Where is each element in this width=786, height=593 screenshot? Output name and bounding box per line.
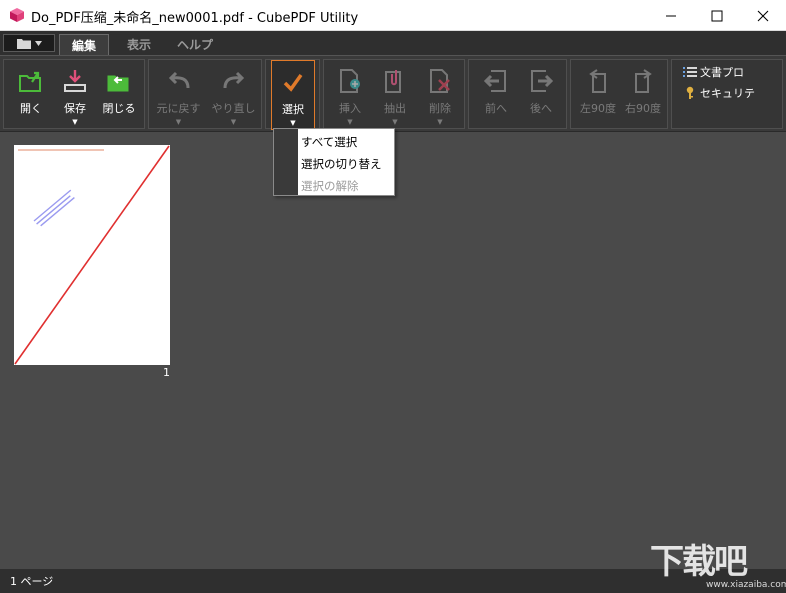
undo-button[interactable]: 元に戻す ▼ [151, 60, 206, 130]
document-properties-button[interactable]: 文書プロ [683, 64, 744, 80]
close-file-label: 閉じる [102, 102, 136, 115]
save-icon [64, 70, 86, 92]
extract-dropdown-arrow[interactable]: ▼ [392, 118, 397, 126]
rotate-left-icon [589, 69, 606, 93]
maximize-icon [711, 10, 723, 21]
key-icon [686, 86, 694, 99]
menu-item-invert-selection[interactable]: 選択の切り替え [301, 156, 382, 172]
move-previous-label: 前へ [485, 102, 507, 115]
delete-page-icon [430, 69, 450, 93]
undo-icon [168, 71, 189, 89]
select-dropdown-menu: すべて選択 選択の切り替え 選択の解除 [273, 128, 395, 196]
tab-view[interactable]: 表示 [114, 34, 164, 55]
tab-help[interactable]: ヘルプ [170, 34, 220, 55]
move-next-label: 後へ [530, 102, 552, 115]
minimize-button[interactable] [648, 0, 694, 31]
delete-button[interactable]: 削除 ▼ [418, 60, 462, 130]
undo-dropdown-arrow[interactable]: ▼ [176, 118, 181, 126]
insert-dropdown-arrow[interactable]: ▼ [347, 118, 352, 126]
delete-label: 削除 [429, 102, 451, 115]
rotate-right-label: 右90度 [625, 102, 661, 115]
redo-dropdown-arrow[interactable]: ▼ [231, 118, 236, 126]
extract-label: 抽出 [384, 102, 406, 115]
delete-dropdown-arrow[interactable]: ▼ [437, 118, 442, 126]
close-window-button[interactable] [740, 0, 786, 31]
page-thumbnail-content [14, 145, 170, 365]
list-icon [683, 67, 697, 77]
ribbon: 開く 保存 ▼ 閉じる 元に戻す ▼ やり直し ▼ 選択 ▼ 挿入 ▼ 抽出 ▼… [0, 55, 786, 132]
redo-button[interactable]: やり直し ▼ [206, 60, 261, 130]
window-title: Do_PDF压缩_未命名_new0001.pdf - CubePDF Utili… [31, 11, 359, 26]
move-left-icon [483, 70, 506, 92]
save-dropdown-arrow[interactable]: ▼ [72, 118, 77, 126]
chevron-down-icon [34, 40, 42, 46]
title-bar: Do_PDF压缩_未命名_new0001.pdf - CubePDF Utili… [0, 0, 786, 31]
insert-label: 挿入 [339, 102, 361, 115]
select-dropdown-arrow[interactable]: ▼ [290, 119, 295, 127]
open-label: 開く [20, 102, 42, 115]
select-label: 選択 [282, 103, 304, 116]
page-edit-group: 挿入 ▼ 抽出 ▼ 削除 ▼ [323, 59, 465, 129]
rotate-right-icon [635, 69, 652, 93]
close-file-button[interactable]: 閉じる [97, 60, 141, 130]
close-file-icon [107, 75, 129, 92]
menu-item-clear-selection[interactable]: 選択の解除 [301, 178, 359, 194]
open-folder-icon [19, 71, 41, 92]
menu-item-select-all[interactable]: すべて選択 [301, 134, 357, 150]
save-label: 保存 [64, 102, 86, 115]
watermark-logo: 下载吧 [650, 542, 748, 582]
cubepdf-app-icon [10, 8, 24, 22]
security-label: セキュリテ [700, 87, 755, 100]
page-thumbnail[interactable] [14, 145, 170, 365]
checkmark-icon [283, 73, 303, 92]
move-previous-button[interactable]: 前へ [474, 60, 518, 130]
extract-button[interactable]: 抽出 ▼ [373, 60, 417, 130]
undo-label: 元に戻す [156, 102, 201, 115]
rotate-right-button[interactable]: 右90度 [621, 60, 665, 130]
rotate-left-button[interactable]: 左90度 [576, 60, 620, 130]
ribbon-tab-row: 編集 表示 ヘルプ [0, 31, 786, 55]
insert-button[interactable]: 挿入 ▼ [328, 60, 372, 130]
select-group: 選択 ▼ [265, 59, 320, 130]
maximize-button[interactable] [694, 0, 740, 31]
insert-page-icon [340, 69, 360, 93]
folder-icon [16, 38, 31, 49]
select-button[interactable]: 選択 ▼ [271, 60, 315, 130]
redo-label: やり直し [211, 102, 256, 115]
move-right-icon [531, 70, 554, 92]
extract-clip-icon [385, 70, 401, 93]
page-number: 1 [163, 366, 170, 379]
move-group: 前へ 後へ [468, 59, 567, 129]
redo-icon [223, 71, 244, 89]
page-count-status: 1 ページ [10, 575, 54, 588]
watermark-url: www.xiazaiba.com [706, 580, 786, 590]
menu-icon-strip [274, 129, 298, 195]
minimize-icon [666, 15, 676, 16]
close-icon [757, 10, 769, 21]
rotate-left-label: 左90度 [580, 102, 616, 115]
tab-edit[interactable]: 編集 [59, 34, 109, 55]
open-button[interactable]: 開く [9, 60, 53, 130]
history-group: 元に戻す ▼ やり直し ▼ [148, 59, 262, 129]
security-button[interactable]: セキュリテ [683, 85, 755, 101]
file-group: 開く 保存 ▼ 閉じる [3, 59, 145, 129]
document-properties-label: 文書プロ [700, 66, 744, 79]
rotate-group: 左90度 右90度 [570, 59, 668, 129]
save-button[interactable]: 保存 ▼ [53, 60, 97, 130]
file-menu-button[interactable] [3, 34, 55, 52]
move-next-button[interactable]: 後へ [519, 60, 563, 130]
